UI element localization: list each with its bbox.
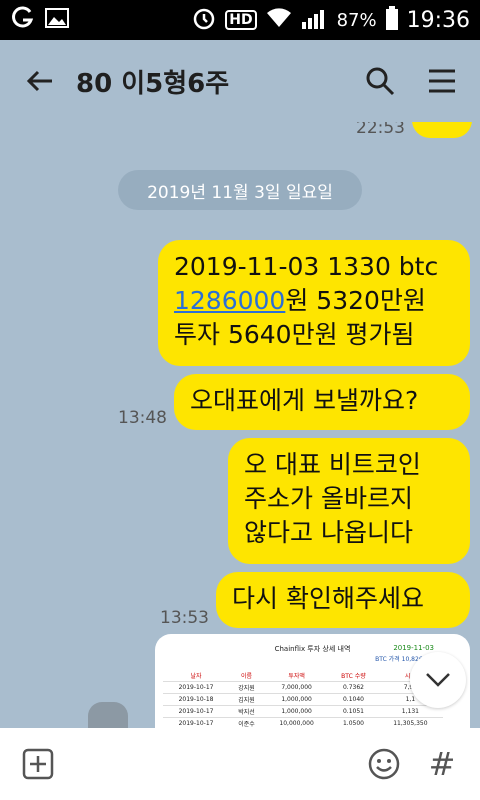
sheet-cell: 2019-10-18 [163,693,230,706]
sheet-cell: 김지원 [229,693,264,706]
sheet-header-cell: BTC 수량 [329,670,378,682]
sheet-cell: 2019-10-17 [163,717,230,728]
g-icon [10,6,34,34]
sheet-cell: 강지원 [229,681,264,694]
sheet-cell: 11,305,350 [377,717,443,728]
menu-icon [429,69,455,93]
clock: 19:36 [406,7,470,33]
search-button[interactable] [360,61,400,101]
arrow-left-icon [26,70,52,92]
scroll-down-button[interactable] [410,652,466,708]
chevron-down-icon [426,673,450,687]
battery-percent: 87% [336,9,377,31]
phone-link[interactable]: 1286000 [174,286,285,315]
status-bar: HD 87% 19:36 [0,0,480,40]
sheet-row: 2019-10-17 이준수 10,000,000 1.0500 11,305,350 [163,717,443,728]
sheet-cell: 박지선 [229,705,264,718]
sheet-cell: 1.0500 [329,717,378,728]
signal-icon [301,6,329,35]
sheet-row: 2019-10-18 김지원 1,000,000 0.1040 1,1 [163,693,443,706]
emoticon-button[interactable] [364,744,404,784]
sheet-row: 2019-10-17강지원7,000,0000.73627,92 [163,681,443,694]
smiley-icon [368,748,400,780]
sheet-row: 2019-10-17 박지선 1,000,000 0.1051 1,131 [163,705,443,718]
hd-icon: HD [225,10,257,30]
menu-button[interactable] [422,61,462,101]
plus-square-icon [22,748,54,780]
message-time: 13:53 [160,608,209,628]
sheet-header-cell: 날자 [163,670,230,682]
sheet-cell: 2019-10-17 [163,681,230,694]
sheet-date: 2019-11-03 [393,644,434,652]
alarm-icon [191,5,217,36]
sheet-cell: 0.1051 [329,705,378,718]
message-bubble-prev[interactable] [412,122,472,138]
sheet-cell: 0.1040 [329,693,378,706]
message-bubble[interactable]: 다시 확인해주세요 [216,572,470,628]
back-button[interactable] [18,59,62,103]
message-time: 13:48 [118,408,167,428]
sheet-table: 날자이름투자액BTC 수량시가 2019-10-17강지원7,000,0000.… [163,670,443,728]
wifi-icon [265,7,293,34]
chat-messages[interactable]: 22:53 2019년 11월 3일 일요일 2019-11-03 1330 b… [0,122,480,728]
sheet-cell: 1,000,000 [264,705,330,718]
sheet-cell: 10,000,000 [264,717,330,728]
date-separator: 2019년 11월 3일 일요일 [118,170,362,210]
image-icon [44,6,70,34]
sheet-cell: 이준수 [229,717,264,728]
message-time: 22:53 [356,122,405,138]
sheet-cell: 7,000,000 [264,681,330,694]
sheet-header-cell: 투자액 [264,670,330,682]
message-input[interactable] [72,742,364,786]
search-icon [366,67,395,96]
attach-button[interactable] [18,744,58,784]
message-bubble[interactable]: 2019-11-03 1330 btc 1286000원 5320만원 투자 5… [158,240,470,366]
sheet-header-cell: 이름 [229,670,264,682]
avatar [88,702,128,728]
message-input-bar: # [0,728,480,800]
hashtag-button[interactable]: # [422,744,462,784]
sheet-cell: 2019-10-17 [163,705,230,718]
message-bubble[interactable]: 오대표에게 보낼까요? [174,374,470,430]
sheet-cell: 1,000,000 [264,693,330,706]
chat-header: 80 이5형6주 [0,40,480,122]
battery-icon [385,5,399,36]
message-bubble[interactable]: 오 대표 비트코인 주소가 올바르지 않다고 나옵니다 [228,438,470,564]
chat-title: 80 이5형6주 [76,68,230,99]
sheet-cell: 0.7362 [329,681,378,694]
